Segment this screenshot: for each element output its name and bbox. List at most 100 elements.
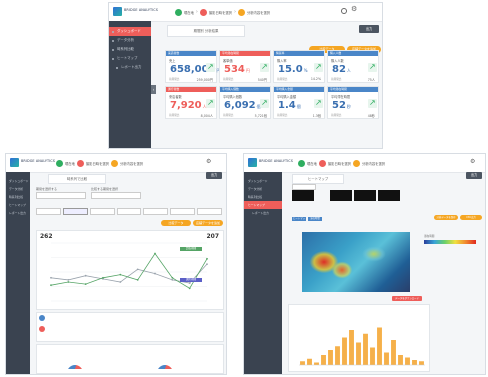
compare-data-button[interactable]: 比較データ xyxy=(161,220,191,226)
sidebar-item-report[interactable]: レポート出力 xyxy=(6,209,30,217)
tab-period-result[interactable]: 期間別 分析結果 xyxy=(167,25,245,37)
export-button[interactable]: 出力 xyxy=(466,172,482,179)
sidebar-item-heatmap[interactable]: ヒートマップ xyxy=(109,54,151,63)
sidebar-item-analysis[interactable]: データ分析 xyxy=(244,185,282,193)
camera-thumb[interactable] xyxy=(378,190,400,201)
bar[interactable] xyxy=(398,355,403,365)
settings-icon[interactable]: ⚙ xyxy=(351,6,357,13)
range-chip[interactable] xyxy=(62,208,88,215)
dashboard-window: BRIDGE ANALYTICS 現在地 › 撮影日時を選択 › 分析内容を選択… xyxy=(108,2,383,149)
range-chip[interactable] xyxy=(36,208,61,215)
heatmap-image[interactable] xyxy=(302,232,410,292)
range-chip[interactable] xyxy=(143,208,169,215)
add-store-button[interactable]: 店舗データを追加 xyxy=(193,220,223,226)
sidebar-item-dashboard[interactable]: ダッシュボード xyxy=(6,177,30,185)
data-point[interactable] xyxy=(119,273,122,276)
user-icon[interactable] xyxy=(341,8,347,14)
sidebar-item-dashboard[interactable]: ダッシュボード xyxy=(109,27,151,36)
data-point[interactable] xyxy=(119,281,122,283)
data-point[interactable] xyxy=(154,252,156,255)
bar[interactable] xyxy=(307,358,312,365)
download-data-button[interactable]: データをダウンロード xyxy=(392,296,422,301)
data-point[interactable] xyxy=(206,263,208,265)
data-point[interactable] xyxy=(136,268,139,271)
steps[interactable]: 現在地 撮影日時を選択 分析内容を選択 xyxy=(298,159,385,167)
app-logo[interactable]: BRIDGE ANALYTICS xyxy=(10,158,55,167)
export-button[interactable]: 出力 xyxy=(206,172,222,179)
data-point[interactable] xyxy=(188,287,191,290)
bar[interactable] xyxy=(384,352,389,366)
save-analysis-button[interactable]: 分析データを保存 xyxy=(434,215,458,220)
data-point[interactable] xyxy=(102,276,104,279)
heatmap-mode-button[interactable]: ヒートマップ xyxy=(292,217,306,224)
dwell-mode-button[interactable]: 滞在時間 xyxy=(308,217,322,221)
settings-icon[interactable]: ⚙ xyxy=(206,158,211,165)
bar[interactable] xyxy=(342,337,347,366)
data-point[interactable] xyxy=(50,276,52,279)
data-point[interactable] xyxy=(136,279,139,281)
step-1-icon xyxy=(56,159,63,167)
sidebar-collapse-handle[interactable]: ‹ xyxy=(151,85,156,94)
sidebar-item-timeseries[interactable]: 時系列比較 xyxy=(6,193,30,201)
data-point[interactable] xyxy=(84,274,87,277)
bar[interactable] xyxy=(349,330,354,365)
period-select[interactable] xyxy=(36,192,86,199)
data-point[interactable] xyxy=(171,279,174,281)
bar[interactable] xyxy=(412,360,417,365)
settings-icon[interactable]: ⚙ xyxy=(470,158,475,165)
range-chip[interactable] xyxy=(197,208,223,215)
bar[interactable] xyxy=(391,340,396,365)
kpi-footer: 前期間比 75人 xyxy=(331,77,375,82)
tab-heatmap[interactable]: ヒートマップ xyxy=(292,174,344,184)
sidebar-item-dashboard[interactable]: ダッシュボード xyxy=(244,177,282,185)
range-chip[interactable] xyxy=(89,208,115,215)
sidebar-item-heatmap[interactable]: ヒートマップ xyxy=(6,201,30,209)
data-point[interactable] xyxy=(206,257,208,260)
compare-select[interactable] xyxy=(91,192,141,199)
bar[interactable] xyxy=(377,327,382,366)
steps[interactable]: 現在地 撮影日時を選択 分析内容を選択 xyxy=(56,159,143,167)
sidebar-item-analysis[interactable]: データ分析 xyxy=(109,36,151,45)
data-point[interactable] xyxy=(171,276,174,279)
camera-thumb[interactable] xyxy=(330,190,352,201)
range-chip[interactable] xyxy=(170,208,196,215)
sidebar-item-analysis[interactable]: データ分析 xyxy=(6,185,30,193)
bar[interactable] xyxy=(363,333,368,365)
bar[interactable] xyxy=(356,342,361,366)
bar[interactable] xyxy=(300,361,305,365)
trend-up-icon: ↗ xyxy=(206,62,215,72)
summary-icon xyxy=(39,315,45,321)
camera-thumb[interactable] xyxy=(354,190,376,201)
tab-timeseries[interactable]: 時系列で比較 xyxy=(48,174,106,184)
data-point[interactable] xyxy=(188,282,191,284)
app-logo[interactable]: BRIDGE ANALYTICS xyxy=(113,7,158,16)
data-point[interactable] xyxy=(50,284,52,287)
bar[interactable] xyxy=(335,346,340,365)
data-point[interactable] xyxy=(154,272,156,275)
data-point[interactable] xyxy=(67,279,70,281)
sidebar-item-report[interactable]: レポート出力 xyxy=(244,209,282,217)
app-logo[interactable]: BRIDGE ANALYTICS xyxy=(248,158,293,167)
bar[interactable] xyxy=(328,350,333,365)
bar[interactable] xyxy=(370,347,375,366)
camera-thumb[interactable] xyxy=(292,190,314,201)
sidebar-item-heatmap[interactable]: ヒートマップ xyxy=(244,201,282,209)
step-3-label: 分析内容を選択 xyxy=(119,161,144,166)
logo-mark xyxy=(248,158,257,167)
trend-up-icon: ↗ xyxy=(368,62,377,72)
kpi-value: 534円 xyxy=(224,64,250,75)
kpi-card-header: 来店者数 xyxy=(166,51,216,56)
bar[interactable] xyxy=(419,361,424,365)
sidebar-item-report[interactable]: レポート出力 xyxy=(109,63,151,72)
sidebar-item-timeseries[interactable]: 時系列比較 xyxy=(109,45,151,54)
csv-export-button[interactable]: CSV出力 xyxy=(460,215,482,220)
data-point[interactable] xyxy=(84,283,87,286)
bar[interactable] xyxy=(314,362,319,366)
bar[interactable] xyxy=(405,357,410,366)
data-point[interactable] xyxy=(67,281,70,283)
bar[interactable] xyxy=(321,355,326,365)
export-button[interactable]: 出力 xyxy=(359,25,379,33)
sidebar-item-timeseries[interactable]: 時系列比較 xyxy=(244,193,282,201)
step-1[interactable]: 現在地 › 撮影日時を選択 › 分析内容を選択 xyxy=(175,8,270,16)
range-chip[interactable] xyxy=(116,208,142,215)
